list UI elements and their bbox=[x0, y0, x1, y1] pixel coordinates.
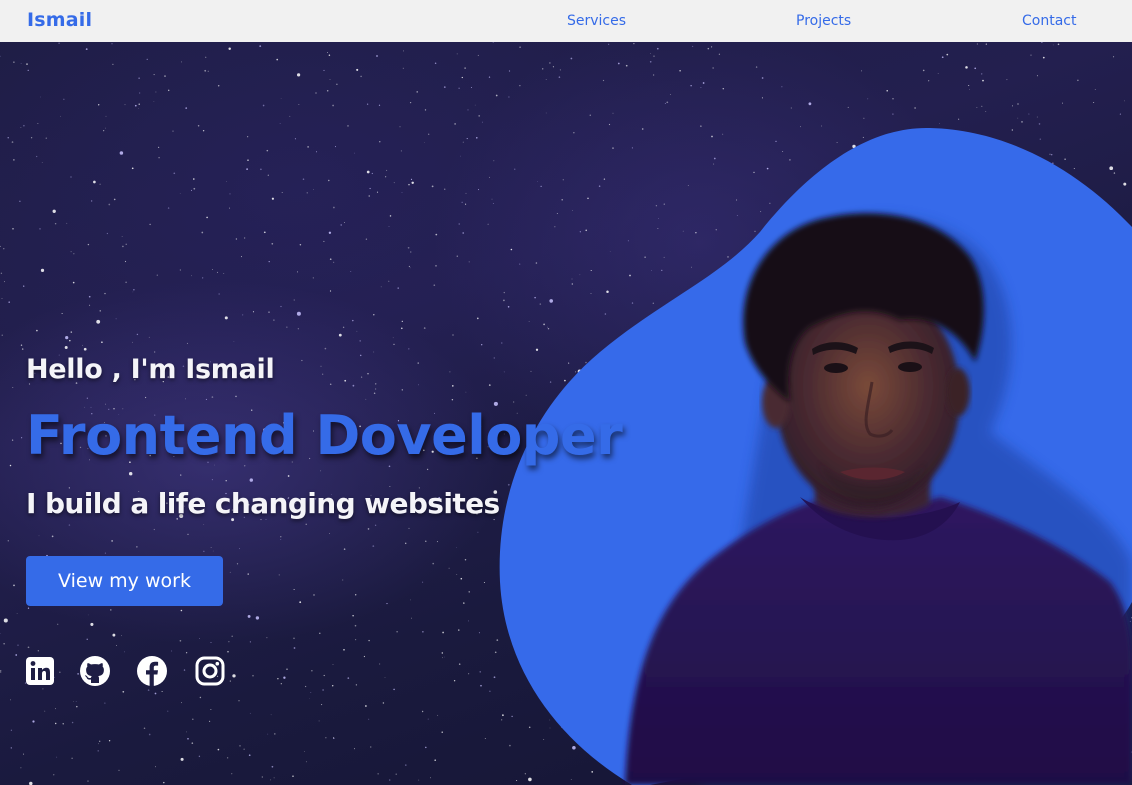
navbar: Ismail Services Projects Contact bbox=[0, 0, 1132, 42]
greeting-heading: Hello , I'm Ismail bbox=[26, 354, 275, 385]
github-link[interactable] bbox=[79, 655, 111, 687]
nav-link-projects[interactable]: Projects bbox=[796, 13, 851, 29]
portrait-eye-left bbox=[824, 363, 848, 373]
role-heading: Frontend Doveloper bbox=[26, 404, 623, 467]
facebook-icon bbox=[137, 656, 167, 686]
github-icon bbox=[80, 656, 110, 686]
portrait-ear-right bbox=[946, 368, 970, 416]
view-my-work-button[interactable]: View my work bbox=[26, 556, 223, 606]
brand-logo[interactable]: Ismail bbox=[27, 9, 92, 31]
portrait-eye-right bbox=[898, 362, 922, 372]
instagram-icon bbox=[195, 656, 225, 686]
hero-section: Hello , I'm Ismail Frontend Doveloper I … bbox=[0, 42, 1132, 785]
tagline: I build a life changing websites bbox=[26, 487, 500, 520]
facebook-link[interactable] bbox=[136, 655, 168, 687]
nav-link-services[interactable]: Services bbox=[567, 13, 626, 29]
nav-link-contact[interactable]: Contact bbox=[1022, 13, 1076, 29]
instagram-link[interactable] bbox=[194, 655, 226, 687]
linkedin-link[interactable] bbox=[24, 655, 56, 687]
linkedin-icon bbox=[26, 657, 54, 685]
